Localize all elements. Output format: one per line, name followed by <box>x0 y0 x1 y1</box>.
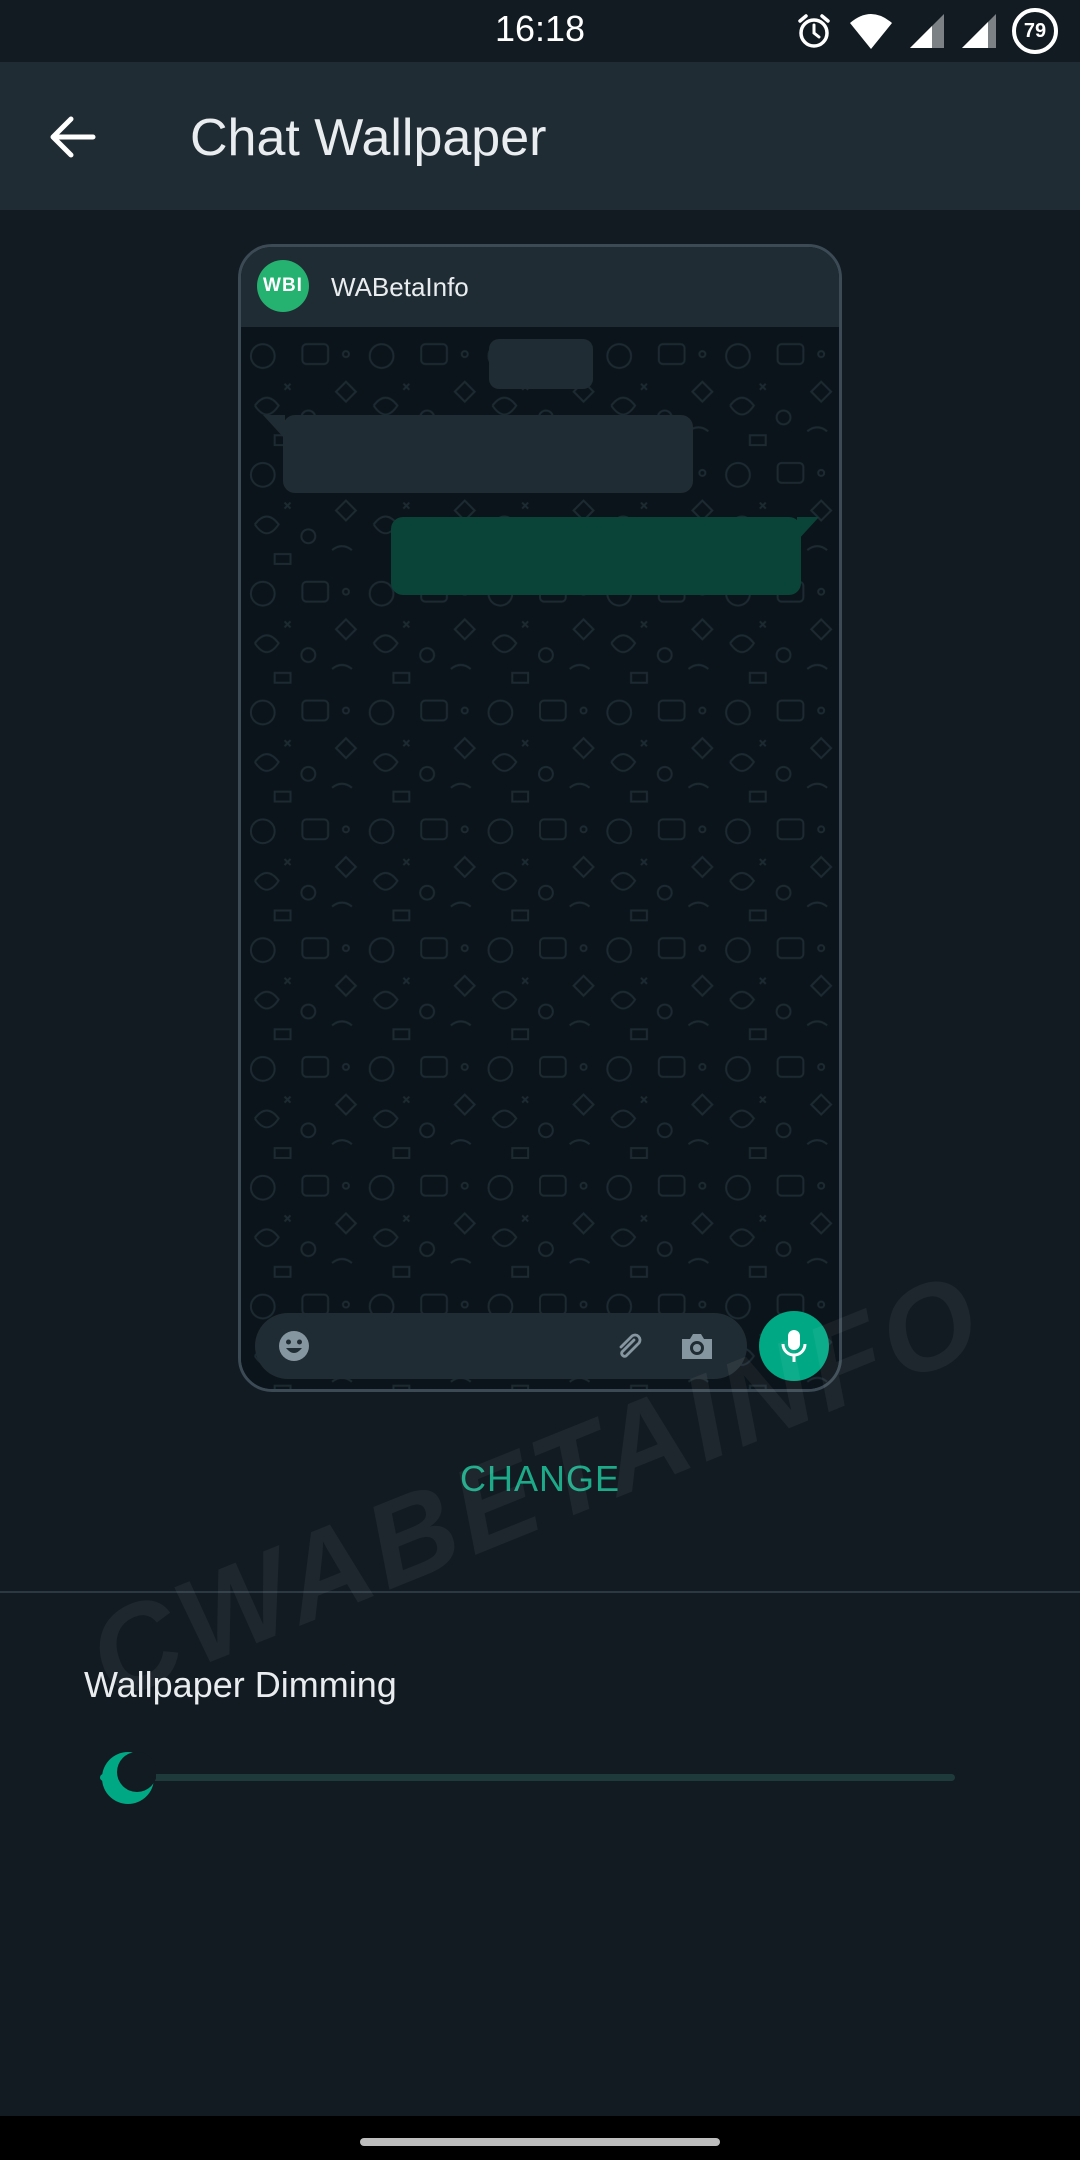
signal-icon <box>908 12 946 50</box>
battery-level: 79 <box>1023 19 1047 42</box>
navigation-bar <box>0 2116 1080 2160</box>
wallpaper-dimming-slider[interactable] <box>100 1748 955 1808</box>
avatar: WBI <box>257 260 309 312</box>
app-bar: Chat Wallpaper <box>0 62 1080 210</box>
wifi-icon <box>848 11 894 51</box>
wallpaper-preview: WBI WABetaInfo <box>238 244 842 1392</box>
signal-icon <box>960 12 998 50</box>
incoming-message-bubble <box>283 415 693 493</box>
emoji-icon <box>279 1331 309 1361</box>
moon-icon <box>102 1752 157 1804</box>
slider-track[interactable] <box>100 1774 955 1781</box>
contact-name: WABetaInfo <box>331 272 469 302</box>
wallpaper-dimming-label: Wallpaper Dimming <box>84 1664 397 1705</box>
paperclip-icon <box>619 1333 642 1358</box>
arrow-left-icon <box>50 116 96 158</box>
status-bar: 16:18 79 <box>0 0 1080 62</box>
preview-header: WBI WABetaInfo <box>241 247 839 327</box>
battery-icon: 79 <box>1012 8 1058 54</box>
status-icons: 79 <box>794 8 1058 54</box>
incoming-bubble-tail <box>263 415 285 439</box>
back-button[interactable] <box>36 100 110 174</box>
date-chip <box>489 339 593 389</box>
avatar-text: WBI <box>263 275 303 296</box>
slider-thumb[interactable] <box>100 1750 157 1806</box>
home-gesture-handle[interactable] <box>360 2138 720 2146</box>
alarm-icon <box>794 11 834 51</box>
outgoing-message-bubble <box>391 517 801 595</box>
page-title: Chat Wallpaper <box>190 109 547 167</box>
